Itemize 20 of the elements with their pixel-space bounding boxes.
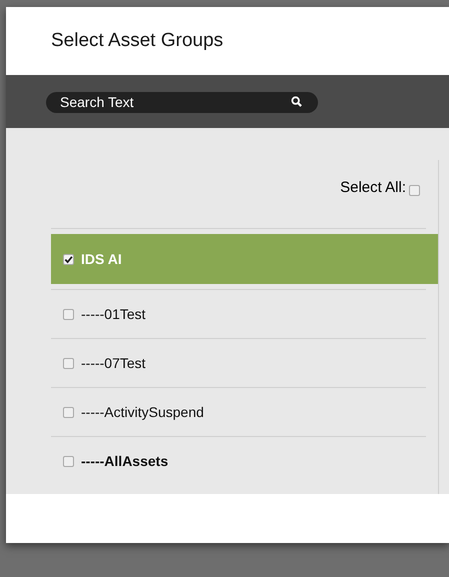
checkbox[interactable] [63, 456, 74, 466]
group-name: -----ActivitySuspend [81, 402, 204, 422]
group-name: -----AllAssets [81, 452, 168, 470]
checkbox[interactable] [63, 406, 74, 418]
group-row[interactable]: -----AllAssets [51, 436, 438, 486]
group-name: IDS AI [81, 250, 122, 268]
checkmark-icon [64, 254, 73, 264]
search-field[interactable]: Search Text [46, 92, 318, 113]
group-row[interactable]: -----07Test [51, 338, 438, 388]
checkbox[interactable] [63, 254, 74, 264]
select-all-label: Select All: [340, 178, 406, 198]
checkbox[interactable] [63, 308, 74, 320]
search-icon[interactable] [291, 96, 302, 107]
group-name: -----07Test [81, 354, 146, 372]
checkbox[interactable] [409, 185, 420, 196]
dialog-title: Select Asset Groups [51, 28, 224, 53]
group-row[interactable]: -----ActivitySuspend [51, 387, 438, 437]
checkbox[interactable] [63, 358, 74, 368]
group-name: -----01Test [81, 304, 146, 324]
group-row[interactable]: -----01Test [51, 289, 438, 339]
